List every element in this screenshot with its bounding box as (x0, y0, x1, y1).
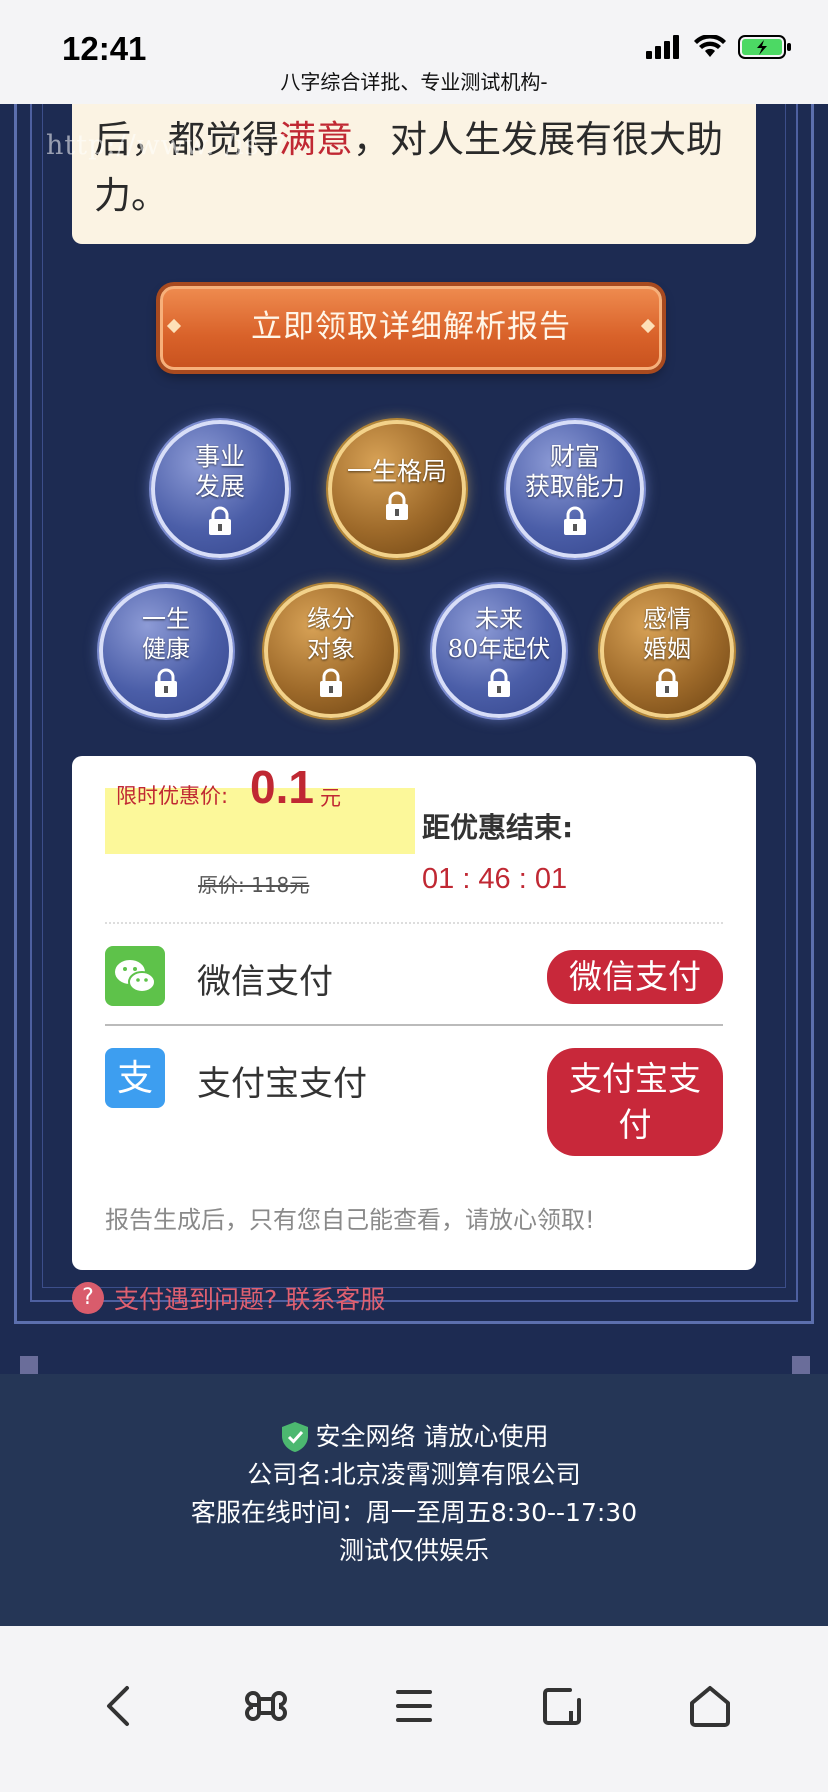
intro-text-card: 后，都觉得满意，对人生发展有很大助 力。 (72, 104, 756, 244)
orb-marriage[interactable]: 感情 婚姻 (600, 584, 734, 718)
lock-icon (488, 668, 510, 697)
orb-label: 一生 健康 (142, 605, 190, 663)
orb-label: 缘分 对象 (307, 605, 355, 663)
status-icons (646, 34, 792, 64)
original-price: 原价: 118元 (198, 873, 310, 897)
main-content[interactable]: 后，都觉得满意，对人生发展有很大助 力。 http://www. /is 7 立… (0, 104, 828, 1374)
battery-icon (738, 34, 792, 64)
tabs-icon (543, 1688, 581, 1725)
intro-text-rest: ，对人生发展有很大助 (353, 118, 723, 161)
price-value: 0.1 (250, 761, 314, 813)
orb-wealth[interactable]: 财富 获取能力 (506, 420, 644, 558)
divider (105, 1024, 723, 1026)
intro-highlight: 满意 (279, 118, 353, 161)
orb-health[interactable]: 一生 健康 (99, 584, 233, 718)
question-icon: ? (72, 1282, 104, 1314)
countdown-timer: 01 : 46 : 01 (422, 863, 568, 895)
divider (105, 922, 723, 924)
status-bar: 12:41 八字综合详批、专业测试机构- (0, 0, 828, 104)
clock: 12:41 (62, 30, 147, 67)
orb-partner[interactable]: 缘分 对象 (264, 584, 398, 718)
diamond-ornament-icon (640, 318, 656, 334)
command-icon (245, 1691, 287, 1721)
wechat-pay-button[interactable]: 微信支付 (547, 950, 723, 1004)
payment-help-label: 支付遇到问题? 联系客服 (114, 1285, 386, 1314)
claim-report-label: 立即领取详细解析报告 (251, 309, 571, 345)
wechat-icon (105, 946, 165, 1006)
payment-card: 限时优惠价: 0.1 元 原价: 118元 距优惠结束: 01 : 46 : 0… (72, 756, 756, 1270)
tabs-button[interactable] (532, 1676, 592, 1736)
wechat-pay-row[interactable]: 微信支付 微信支付 (105, 946, 723, 1006)
orb-label: 财富 获取能力 (524, 442, 625, 501)
lock-icon (320, 668, 342, 697)
lock-icon (155, 668, 177, 697)
alipay-icon: 支 (105, 1048, 165, 1108)
disclaimer: 测试仅供娱乐 (338, 1536, 489, 1565)
url-watermark: http://www. /is 7 (46, 130, 288, 161)
back-button[interactable] (88, 1676, 148, 1736)
shield-check-icon (281, 1422, 308, 1452)
payment-help-link[interactable]: ? 支付遇到问题? 联系客服 (72, 1280, 385, 1316)
wechat-pay-name: 微信支付 (197, 962, 333, 1002)
secure-text: 安全网络 请放心使用 (315, 1422, 549, 1451)
diamond-ornament-icon (166, 318, 182, 334)
price-unit: 元 (320, 786, 341, 810)
orb-label: 未来 80年起伏 (447, 605, 551, 663)
service-hours: 客服在线时间：周一至周五8:30--17:30 (190, 1498, 638, 1527)
lock-icon (656, 668, 678, 697)
price-label: 限时优惠价: (116, 784, 229, 808)
wifi-icon (694, 34, 726, 63)
menu-button[interactable] (384, 1676, 444, 1736)
lock-icon (564, 506, 586, 535)
countdown-label: 距优惠结束: (422, 811, 574, 844)
orb-label: 一生格局 (346, 457, 447, 486)
home-button[interactable] (680, 1676, 740, 1736)
footer: 安全网络 请放心使用 公司名:北京凌霄测算有限公司 客服在线时间：周一至周五8:… (0, 1374, 828, 1626)
intro-text-line2: 力。 (94, 174, 168, 217)
lock-icon (209, 506, 231, 535)
orb-label: 事业 发展 (194, 442, 245, 501)
company-name: 公司名:北京凌霄测算有限公司 (247, 1460, 581, 1489)
orb-career[interactable]: 事业 发展 (151, 420, 289, 558)
features-button[interactable] (236, 1676, 296, 1736)
frame-corner-left (20, 1356, 38, 1374)
chevron-left-icon (107, 1686, 129, 1726)
orb-life-pattern[interactable]: 一生格局 (328, 420, 466, 558)
svg-text:支: 支 (117, 1058, 153, 1099)
lock-icon (386, 491, 408, 520)
alipay-name: 支付宝支付 (197, 1064, 367, 1104)
claim-report-button[interactable]: 立即领取详细解析报告 (160, 286, 662, 370)
page-title: 八字综合详批、专业测试机构- (280, 70, 548, 94)
alipay-button[interactable]: 支付宝支付 (547, 1048, 723, 1156)
privacy-notice: 报告生成后，只有您自己能查看，请放心领取! (105, 1206, 595, 1234)
orb-label: 感情 婚姻 (643, 605, 691, 663)
frame-corner-right (792, 1356, 810, 1374)
home-icon (690, 1686, 730, 1727)
orb-future[interactable]: 未来 80年起伏 (432, 584, 566, 718)
signal-icon (646, 35, 682, 63)
browser-toolbar (0, 1626, 828, 1792)
menu-icon (396, 1690, 432, 1722)
secure-notice: 安全网络 请放心使用 (0, 1418, 828, 1456)
alipay-row[interactable]: 支 支付宝支付 支付宝支付 (105, 1048, 723, 1156)
